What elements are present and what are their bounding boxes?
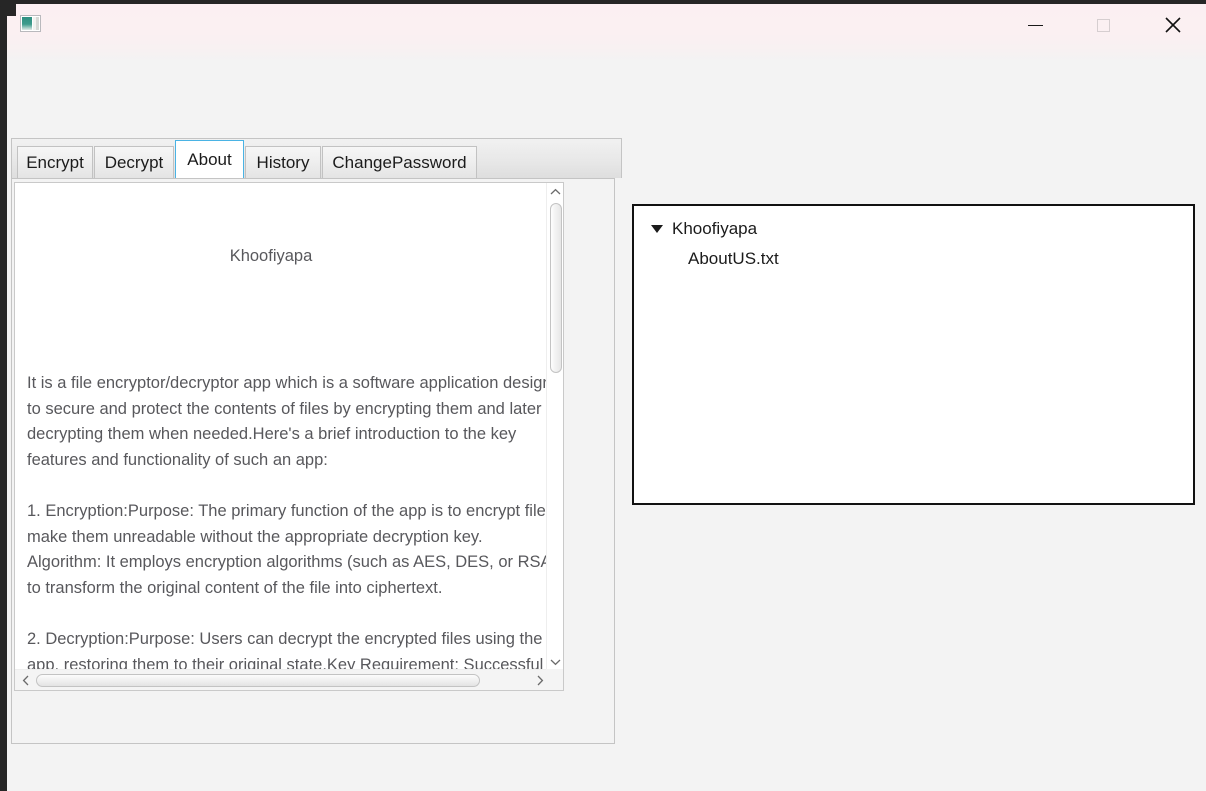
minimize-button[interactable] — [1012, 4, 1058, 46]
horizontal-scrollbar[interactable] — [15, 669, 563, 690]
file-tree-view[interactable]: Khoofiyapa AboutUS.txt — [632, 204, 1195, 505]
tab-about[interactable]: About — [175, 140, 244, 178]
close-icon — [1165, 17, 1181, 33]
tab-label: Encrypt — [26, 152, 84, 172]
tab-history[interactable]: History — [245, 146, 321, 178]
close-button[interactable] — [1150, 4, 1196, 46]
tree-item-root[interactable]: Khoofiyapa — [634, 214, 1193, 244]
minimize-icon — [1027, 24, 1043, 26]
horizontal-scrollbar-thumb[interactable] — [36, 674, 480, 687]
chevron-up-icon[interactable] — [547, 183, 564, 200]
scrollbar-corner — [546, 669, 563, 690]
vertical-scrollbar[interactable] — [546, 183, 563, 670]
about-text-content: Khoofiyapa It is a file encryptor/decryp… — [15, 183, 546, 670]
tab-label: Decrypt — [104, 152, 164, 172]
triangle-down-icon[interactable] — [651, 225, 663, 233]
app-window-icon — [15, 11, 45, 35]
tab-changepassword[interactable]: ChangePassword — [322, 146, 477, 178]
tab-encrypt[interactable]: Encrypt — [17, 146, 93, 178]
window-edge-left — [0, 0, 7, 791]
tab-decrypt[interactable]: Decrypt — [94, 146, 174, 178]
tab-label: History — [256, 152, 310, 172]
tab-strip: Encrypt Decrypt About History ChangePass… — [11, 138, 622, 178]
tree-item-aboutus[interactable]: AboutUS.txt — [634, 244, 1193, 274]
window-corner — [0, 0, 16, 16]
chevron-left-icon[interactable] — [17, 670, 35, 690]
maximize-icon — [1096, 18, 1110, 32]
chevron-down-icon[interactable] — [547, 653, 564, 670]
tab-label: About — [187, 149, 232, 169]
tree-item-label: AboutUS.txt — [688, 249, 779, 268]
document-title: Khoofiyapa — [229, 247, 313, 266]
document-body: It is a file encryptor/decryptor app whi… — [27, 373, 546, 670]
vertical-scrollbar-thumb[interactable] — [550, 203, 562, 373]
tab-label: ChangePassword — [332, 152, 467, 172]
tab-content-panel: Khoofiyapa It is a file encryptor/decryp… — [11, 178, 615, 744]
window-edge-top — [0, 0, 1206, 4]
application-window: Encrypt Decrypt About History ChangePass… — [0, 0, 1206, 791]
about-text-box[interactable]: Khoofiyapa It is a file encryptor/decryp… — [14, 182, 564, 691]
title-bar — [7, 4, 1206, 128]
tree-item-label: Khoofiyapa — [672, 219, 758, 238]
maximize-button[interactable] — [1080, 4, 1126, 46]
about-text-viewport: Khoofiyapa It is a file encryptor/decryp… — [15, 183, 546, 670]
